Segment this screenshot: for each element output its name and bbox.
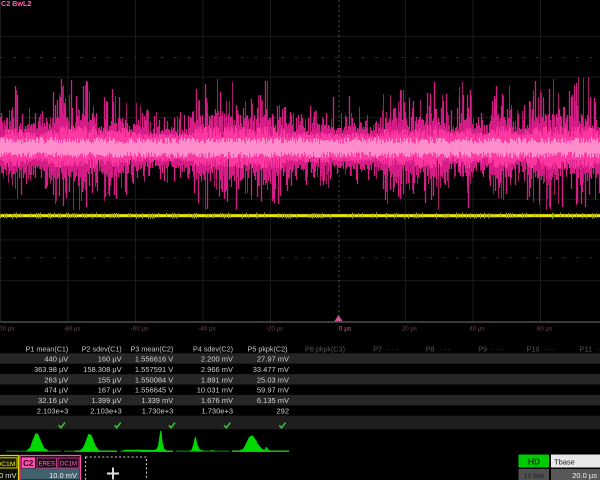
svg-text:263 µV: 263 µV — [44, 375, 68, 384]
svg-text:- - -: - - - — [492, 345, 504, 354]
svg-text:40 µs: 40 µs — [469, 326, 484, 333]
svg-text:474 µV: 474 µV — [44, 386, 68, 395]
svg-text:P11: P11 — [580, 345, 592, 354]
svg-text:60 µs: 60 µs — [537, 326, 552, 333]
svg-text:P1 mean(C1): P1 mean(C1) — [26, 345, 69, 354]
svg-text:-60 µs: -60 µs — [131, 326, 148, 333]
svg-text:P7: P7 — [373, 345, 382, 354]
svg-text:155 µV: 155 µV — [98, 375, 122, 384]
svg-text:1.550084 V: 1.550084 V — [135, 375, 173, 384]
svg-text:P5 pkpk(C2): P5 pkpk(C2) — [248, 345, 288, 354]
svg-text:P10: P10 — [527, 345, 540, 354]
svg-text:P4 sdev(C2): P4 sdev(C2) — [193, 345, 233, 354]
svg-text:12 Bits: 12 Bits — [524, 473, 545, 480]
svg-text:-80 µs: -80 µs — [63, 326, 80, 333]
svg-text:-20 µs: -20 µs — [266, 326, 283, 333]
svg-text:59.97 mV: 59.97 mV — [257, 386, 289, 395]
svg-text:P6 pkpk(C3): P6 pkpk(C3) — [305, 345, 345, 354]
svg-text:32.16 µV: 32.16 µV — [38, 396, 68, 405]
svg-text:ERES: ERES — [39, 462, 55, 468]
svg-text:2.966 mV: 2.966 mV — [201, 365, 233, 374]
svg-text:P3 mean(C2): P3 mean(C2) — [131, 345, 174, 354]
svg-text:1.730e+3: 1.730e+3 — [142, 407, 174, 416]
svg-text:167 µV: 167 µV — [98, 386, 122, 395]
svg-text:-100 µs: -100 µs — [0, 326, 14, 333]
svg-text:2.200 mV: 2.200 mV — [201, 355, 233, 364]
svg-text:- - -: - - - — [387, 345, 399, 354]
svg-text:1.339 mV: 1.339 mV — [141, 396, 173, 405]
svg-text:0 µs: 0 µs — [339, 326, 352, 333]
svg-text:P2 sdev(C1): P2 sdev(C1) — [82, 345, 122, 354]
svg-text:33.477 mV: 33.477 mV — [253, 365, 289, 374]
svg-text:Tbase: Tbase — [554, 457, 575, 466]
svg-text:2.103e+3: 2.103e+3 — [37, 407, 69, 416]
svg-text:- - -: - - - — [439, 345, 451, 354]
svg-text:27.97 mV: 27.97 mV — [257, 355, 289, 364]
svg-text:C2 BwL2: C2 BwL2 — [1, 0, 31, 8]
svg-text:1.556616 V: 1.556616 V — [135, 355, 173, 364]
svg-text:363.98 µV: 363.98 µV — [34, 365, 68, 374]
svg-text:440 µV: 440 µV — [44, 355, 68, 364]
svg-text:20.0 mV: 20.0 mV — [0, 471, 17, 480]
svg-text:- - -: - - - — [544, 345, 556, 354]
svg-text:25.03 mV: 25.03 mV — [257, 375, 289, 384]
svg-text:20.0 µs: 20.0 µs — [572, 471, 597, 480]
svg-text:1.730e+3: 1.730e+3 — [202, 407, 234, 416]
svg-text:HD: HD — [528, 457, 540, 467]
svg-text:DC1M: DC1M — [60, 462, 77, 468]
svg-text:P9: P9 — [478, 345, 487, 354]
svg-text:1.399 µV: 1.399 µV — [92, 396, 122, 405]
svg-text:-40 µs: -40 µs — [198, 326, 215, 333]
svg-text:C2: C2 — [23, 459, 34, 468]
svg-text:1.557591 V: 1.557591 V — [135, 365, 173, 374]
svg-text:P8: P8 — [426, 345, 435, 354]
svg-text:158.308 µV: 158.308 µV — [83, 365, 122, 374]
svg-text:10.031 mV: 10.031 mV — [197, 386, 233, 395]
svg-text:20 µs: 20 µs — [402, 326, 417, 333]
svg-text:1.556645 V: 1.556645 V — [135, 386, 173, 395]
svg-text:292: 292 — [276, 407, 289, 416]
svg-text:10.0 mV: 10.0 mV — [49, 471, 77, 480]
svg-text:160 µV: 160 µV — [98, 355, 122, 364]
svg-text:DC1M: DC1M — [0, 461, 16, 468]
svg-text:1.891 mV: 1.891 mV — [201, 375, 233, 384]
svg-text:2.103e+3: 2.103e+3 — [90, 407, 122, 416]
svg-text:1.676 mV: 1.676 mV — [201, 396, 233, 405]
svg-text:6.135 mV: 6.135 mV — [257, 396, 289, 405]
